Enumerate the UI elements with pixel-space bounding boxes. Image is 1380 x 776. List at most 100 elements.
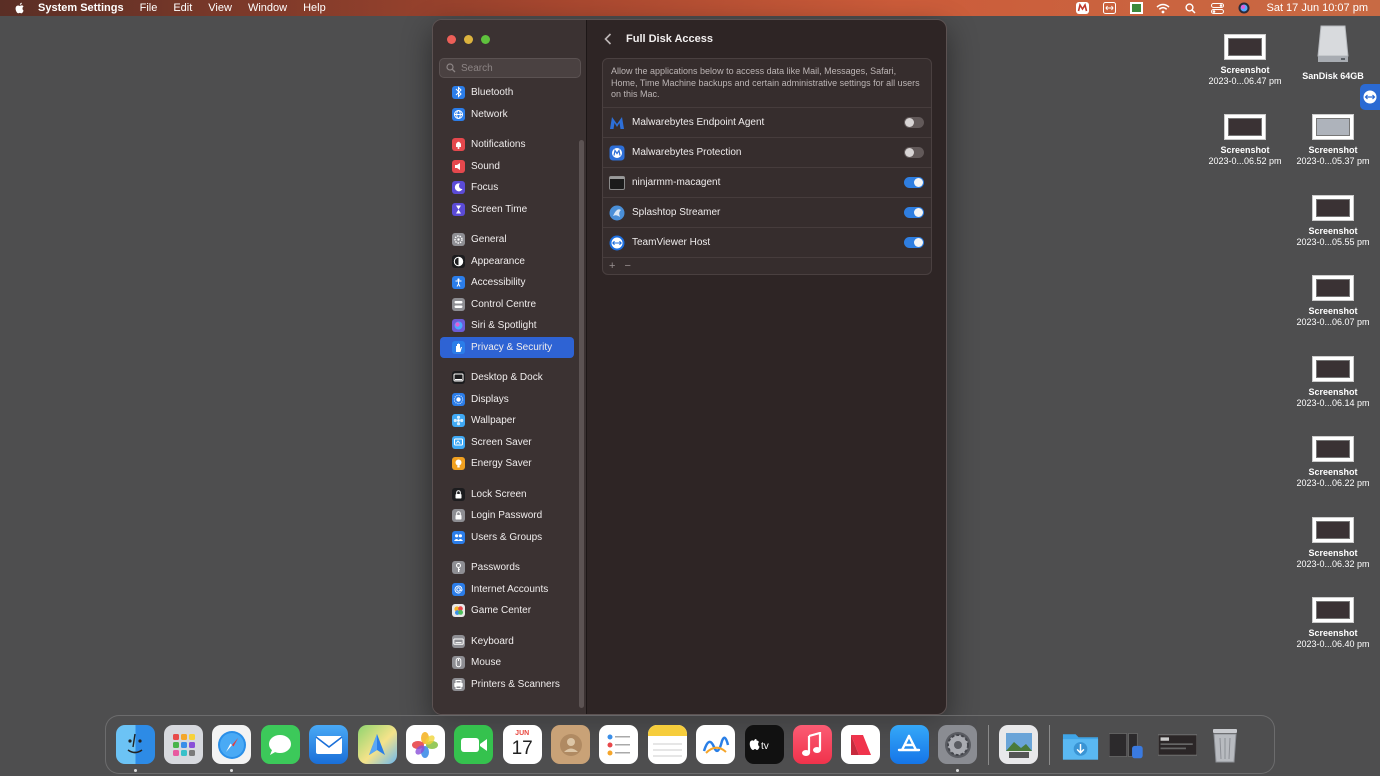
wifi-icon[interactable] [1156, 2, 1170, 14]
sidebar-item-screen-saver[interactable]: Screen Saver [440, 432, 574, 454]
sidebar-scrollbar[interactable] [579, 140, 584, 708]
downloads-folder-icon[interactable] [1061, 725, 1100, 764]
desktop-screenshot[interactable]: Screenshot 2023-0...06.22 pm [1290, 436, 1376, 489]
maps-icon[interactable] [357, 725, 397, 764]
zoom-window-button[interactable] [481, 35, 490, 44]
sidebar-item-passwords[interactable]: Passwords [440, 557, 574, 579]
mail-icon[interactable] [309, 725, 349, 764]
news-icon[interactable] [841, 725, 881, 764]
sidebar-item-focus[interactable]: Focus [440, 177, 574, 199]
photos-icon[interactable] [405, 725, 445, 764]
sidebar-item-mouse[interactable]: Mouse [440, 652, 574, 674]
apple-menu-icon[interactable] [13, 1, 27, 15]
sidebar-item-bluetooth[interactable]: Bluetooth [440, 82, 574, 104]
sidebar-item-appearance[interactable]: Appearance [440, 251, 574, 273]
panel-description: Allow the applications below to access d… [603, 59, 931, 108]
spotlight-search-icon[interactable] [1183, 2, 1197, 14]
desktop-screenshot[interactable]: Screenshot 2023-0...06.52 pm [1202, 114, 1288, 167]
app-store-icon[interactable] [889, 725, 929, 764]
safari-icon[interactable] [212, 725, 252, 772]
sidebar-item-siri-spotlight[interactable]: Siri & Spotlight [440, 315, 574, 337]
sidebar-item-screen-time[interactable]: Screen Time [440, 199, 574, 221]
desktop-screenshot[interactable]: Screenshot 2023-0...06.32 pm [1290, 517, 1376, 570]
sidebar-item-wallpaper[interactable]: Wallpaper [440, 410, 574, 432]
teamviewer-status-icon[interactable] [1102, 2, 1116, 14]
sidebar-item-game-center[interactable]: Game Center [440, 600, 574, 622]
sidebar-item-privacy-security[interactable]: Privacy & Security [440, 336, 574, 358]
back-button[interactable] [598, 29, 618, 49]
sidebar-item-sound[interactable]: Sound [440, 156, 574, 178]
preview-icon[interactable] [999, 725, 1039, 764]
remove-app-button[interactable]: − [624, 260, 630, 272]
sidebar-item-lock-screen[interactable]: Lock Screen [440, 484, 574, 506]
at-icon [452, 582, 465, 596]
sidebar-item-label: Sound [471, 160, 500, 172]
menu-view[interactable]: View [208, 2, 232, 14]
access-toggle[interactable] [904, 237, 924, 248]
sidebar-item-label: Lock Screen [471, 488, 527, 500]
sidebar-item-label: Notifications [471, 139, 526, 151]
menu-window[interactable]: Window [248, 2, 287, 14]
sidebar-item-displays[interactable]: Displays [440, 389, 574, 411]
menu-edit[interactable]: Edit [173, 2, 192, 14]
screenshot-stack-icon[interactable] [1157, 725, 1197, 764]
trash-icon[interactable] [1206, 725, 1245, 764]
ninja-status-icon[interactable] [1129, 2, 1143, 14]
menu-app-name[interactable]: System Settings [38, 2, 124, 14]
reminders-icon[interactable] [599, 725, 639, 764]
desktop-screenshot[interactable]: Screenshot 2023-0...06.07 pm [1290, 275, 1376, 328]
sidebar-item-label: Focus [471, 182, 499, 194]
system-settings-icon[interactable] [938, 725, 978, 772]
sidebar-item-desktop-dock[interactable]: Desktop & Dock [440, 367, 574, 389]
sidebar-item-accessibility[interactable]: Accessibility [440, 272, 574, 294]
sidebar-item-notifications[interactable]: Notifications [440, 134, 574, 156]
appearance-icon [452, 254, 465, 268]
sidebar-list: Bluetooth Network Notifications Sound Focus S… [433, 82, 581, 704]
desktop-screenshot[interactable]: Screenshot 2023-0...06.47 pm [1202, 34, 1288, 87]
menu-file[interactable]: File [140, 2, 158, 14]
access-toggle[interactable] [904, 147, 924, 158]
desktop-screenshot[interactable]: Screenshot 2023-0...06.40 pm [1290, 597, 1376, 650]
sidebar-item-keyboard[interactable]: Keyboard [440, 631, 574, 653]
menu-clock[interactable]: Sat 17 Jun 10:07 pm [1266, 2, 1368, 14]
tv-icon[interactable]: tv [744, 725, 784, 764]
calendar-icon[interactable]: JUN 17 [502, 725, 542, 764]
desktop-screenshot[interactable]: Screenshot 2023-0...06.14 pm [1290, 356, 1376, 409]
desktop-screenshot[interactable]: Screenshot 2023-0...05.37 pm [1290, 114, 1376, 167]
contacts-icon[interactable] [551, 725, 591, 764]
close-window-button[interactable] [447, 35, 456, 44]
sidebar-item-energy-saver[interactable]: Energy Saver [440, 453, 574, 475]
search-field[interactable]: Search [439, 58, 581, 78]
desktop-screenshot[interactable]: Screenshot 2023-0...05.55 pm [1290, 195, 1376, 248]
sidebar-item-general[interactable]: General [440, 229, 574, 251]
screenshot-date: 2023-0...06.40 pm [1296, 639, 1370, 649]
add-app-button[interactable]: + [609, 260, 615, 272]
sidebar-item-login-password[interactable]: Login Password [440, 505, 574, 527]
facetime-icon[interactable] [454, 725, 494, 764]
sidebar-item-label: General [471, 234, 507, 246]
access-toggle[interactable] [904, 177, 924, 188]
sidebar-item-printers-scanners[interactable]: Printers & Scanners [440, 674, 574, 696]
minimize-window-button[interactable] [464, 35, 473, 44]
sidebar-item-network[interactable]: Network [440, 104, 574, 126]
sidebar-item-control-centre[interactable]: Control Centre [440, 294, 574, 316]
menu-help[interactable]: Help [303, 2, 326, 14]
sidebar-item-users-groups[interactable]: Users & Groups [440, 527, 574, 549]
siri-icon[interactable] [1237, 2, 1251, 14]
sidebar-item-label: Keyboard [471, 635, 514, 647]
freeform-icon[interactable] [696, 725, 736, 764]
teamviewer-side-badge[interactable] [1360, 84, 1380, 110]
messages-icon[interactable] [260, 725, 300, 764]
desktop-drive[interactable]: SanDisk 64GB [1290, 24, 1376, 82]
sidebar-item-internet-accounts[interactable]: Internet Accounts [440, 579, 574, 601]
toggle-knob [914, 238, 923, 247]
control-centre-icon[interactable] [1210, 2, 1224, 14]
notes-icon[interactable] [647, 725, 687, 764]
access-toggle[interactable] [904, 117, 924, 128]
access-toggle[interactable] [904, 207, 924, 218]
music-icon[interactable] [792, 725, 832, 764]
recent-windows-stack-icon[interactable] [1109, 725, 1148, 764]
malwarebytes-status-icon[interactable] [1075, 2, 1089, 14]
launchpad-icon[interactable] [164, 725, 204, 764]
finder-icon[interactable] [115, 725, 155, 772]
